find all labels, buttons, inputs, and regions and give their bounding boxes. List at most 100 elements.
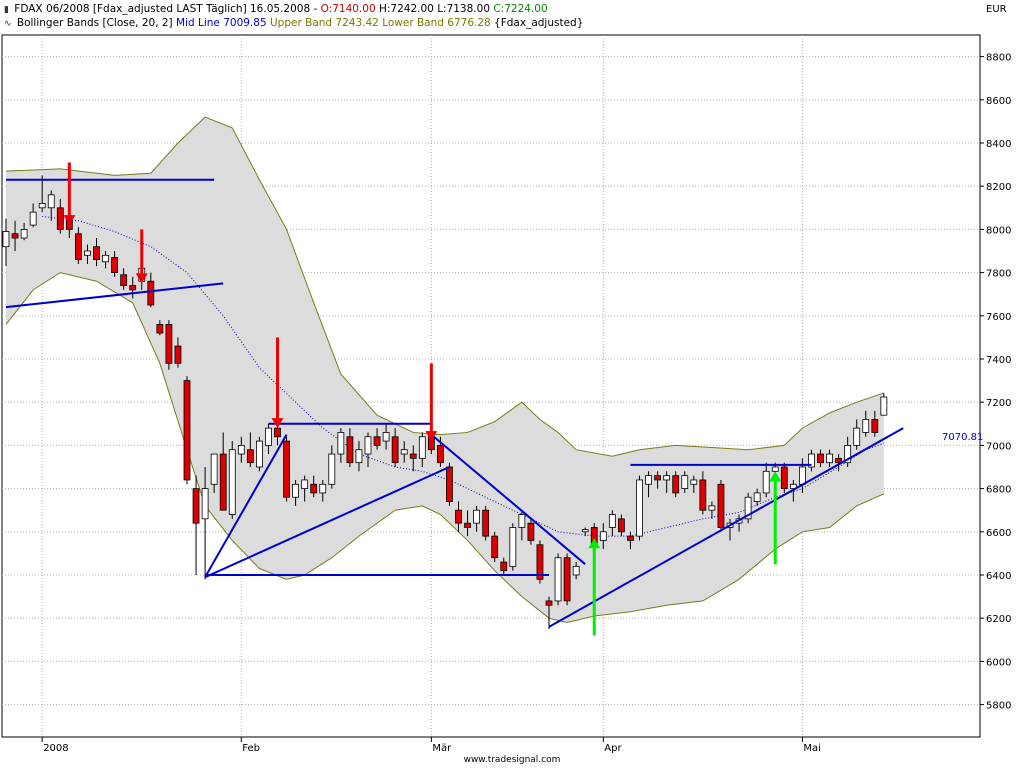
candle-down xyxy=(618,518,625,533)
candle-up xyxy=(29,211,37,226)
indicator-mid-value: Mid Line 7009.85 xyxy=(176,17,267,29)
candle-up xyxy=(255,440,263,468)
x-tick-label: 2008 xyxy=(43,743,68,754)
candle-down xyxy=(75,233,82,261)
y-tick-label: 6000 xyxy=(986,657,1011,668)
candle-down xyxy=(627,535,634,541)
header-high-value: H:7242.00 xyxy=(378,3,434,15)
candle-up xyxy=(473,509,481,524)
candle-down xyxy=(174,345,182,364)
mid-line-last-value: 7070.81 xyxy=(942,432,983,443)
candle-up xyxy=(355,449,363,464)
upper-band-line xyxy=(5,116,885,457)
x-tick-label: Mär xyxy=(432,743,452,754)
trend-line xyxy=(5,282,224,309)
x-tick-label: Feb xyxy=(242,743,260,754)
chart-root: ▮ FDAX 06/2008 [Fdax_adjusted LAST Tägli… xyxy=(0,0,1024,768)
down-arrow-head xyxy=(425,431,438,442)
y-tick-label: 7000 xyxy=(986,441,1011,452)
candle-up xyxy=(608,514,616,528)
candle-up xyxy=(237,444,245,455)
candle-down xyxy=(391,436,399,464)
y-tick-label: 7600 xyxy=(986,312,1011,323)
y-tick-label: 8000 xyxy=(986,225,1011,236)
plot-frame xyxy=(1,34,981,738)
candle-down xyxy=(590,527,598,546)
candle-up xyxy=(735,518,743,524)
y-tick-label: 8200 xyxy=(986,182,1011,193)
candle-up xyxy=(844,444,852,464)
mid-line xyxy=(42,215,885,537)
up-arrow-head xyxy=(769,471,782,482)
x-tick-label: Apr xyxy=(604,743,622,754)
candle-down xyxy=(654,475,661,481)
candle-down xyxy=(192,488,200,524)
candle-down xyxy=(817,453,824,464)
candle-up xyxy=(47,194,55,209)
candle-down xyxy=(527,522,535,541)
header-low-value: L:7138.00 xyxy=(437,3,490,15)
candle-up xyxy=(292,483,300,498)
candle-up xyxy=(337,432,345,455)
candle-down xyxy=(835,457,842,464)
candle-down xyxy=(11,233,19,239)
candle-down xyxy=(283,440,290,498)
candle-down xyxy=(120,274,128,286)
candle-up xyxy=(599,531,607,541)
currency-label: EUR xyxy=(986,4,1007,15)
indicator-upper-value: Upper Band 7243.42 xyxy=(269,17,379,29)
candle-down xyxy=(427,436,435,451)
y-tick-label: 6600 xyxy=(986,528,1011,539)
candle-down xyxy=(464,522,471,528)
symbol-header: ▮ FDAX 06/2008 [Fdax_adjusted LAST Tägli… xyxy=(4,3,548,15)
candle-up xyxy=(771,466,779,472)
candle-down xyxy=(346,436,354,464)
candle-up xyxy=(799,466,806,485)
indicator-source: {Fdax_adjusted} xyxy=(494,17,584,29)
candle-up xyxy=(753,492,761,502)
down-arrow-head xyxy=(271,418,284,429)
candle-up xyxy=(2,231,10,248)
credit-text: www.tradesignal.com xyxy=(463,755,561,765)
up-arrow-head xyxy=(588,538,601,549)
candle-up xyxy=(789,483,797,489)
candle-down xyxy=(436,444,444,464)
candle-up xyxy=(762,470,770,494)
candle-up xyxy=(663,475,671,481)
candle-down xyxy=(780,466,788,490)
candle-up xyxy=(554,557,562,602)
candle-up xyxy=(20,228,28,239)
candle-down xyxy=(455,509,462,524)
candle-down xyxy=(246,449,254,464)
candle-up xyxy=(102,254,109,263)
candle-down xyxy=(93,246,100,261)
y-tick-label: 7200 xyxy=(986,398,1011,409)
candle-up xyxy=(826,453,833,464)
candle-up xyxy=(853,427,861,446)
trend-line xyxy=(204,466,450,579)
candle-down xyxy=(156,324,164,334)
indicator-header: ∿ Bollinger Bands [Close, 20, 2] Mid Lin… xyxy=(4,17,583,29)
header-close-value: C:7224.00 xyxy=(493,3,548,15)
y-tick-label: 8800 xyxy=(986,53,1011,64)
candle-up xyxy=(265,427,272,446)
y-tick-label: 7800 xyxy=(986,269,1011,280)
candlestick-icon: ▮ xyxy=(4,5,9,15)
trend-line xyxy=(430,433,586,565)
candle-up xyxy=(400,449,408,455)
candle-down xyxy=(219,453,227,511)
candle-up xyxy=(38,203,46,209)
candle-up xyxy=(84,250,91,256)
candle-down xyxy=(717,483,725,528)
down-arrow-head xyxy=(63,215,76,226)
candle-down xyxy=(482,509,490,537)
candle-down xyxy=(310,483,318,494)
candle-up xyxy=(880,396,888,416)
candle-down xyxy=(536,544,544,580)
candle-down xyxy=(446,466,453,502)
indicator-name: Bollinger Bands [Close, 20, 2] xyxy=(16,17,173,29)
candle-down xyxy=(500,561,508,572)
y-tick-label: 8600 xyxy=(986,96,1011,107)
y-tick-label: 7400 xyxy=(986,355,1011,366)
candle-up xyxy=(382,432,390,442)
